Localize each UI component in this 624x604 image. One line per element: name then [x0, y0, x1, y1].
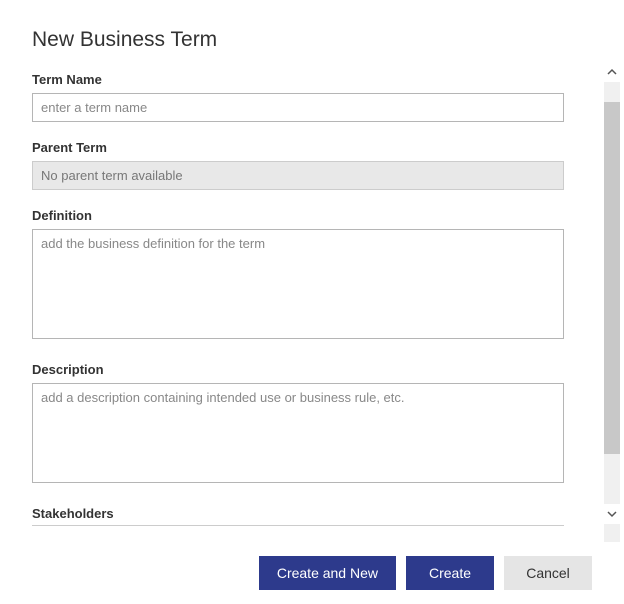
description-label: Description [32, 362, 564, 377]
parent-term-input [32, 161, 564, 190]
parent-term-label: Parent Term [32, 140, 564, 155]
stakeholders-label: Stakeholders [32, 506, 564, 526]
definition-field: Definition [32, 208, 564, 344]
definition-input[interactable] [32, 229, 564, 339]
new-business-term-form: New Business Term Term Name Parent Term … [0, 0, 596, 526]
term-name-input[interactable] [32, 93, 564, 122]
button-bar: Create and New Create Cancel [259, 556, 592, 590]
description-input[interactable] [32, 383, 564, 483]
term-name-field: Term Name [32, 72, 564, 122]
term-name-label: Term Name [32, 72, 564, 87]
definition-label: Definition [32, 208, 564, 223]
scroll-down-icon[interactable] [604, 504, 620, 524]
create-and-new-button[interactable]: Create and New [259, 556, 396, 590]
description-field: Description [32, 362, 564, 488]
scroll-up-icon[interactable] [604, 62, 620, 82]
scrollbar-thumb[interactable] [604, 102, 620, 454]
parent-term-field: Parent Term [32, 140, 564, 190]
create-button[interactable]: Create [406, 556, 494, 590]
page-title: New Business Term [32, 28, 564, 52]
cancel-button[interactable]: Cancel [504, 556, 592, 590]
